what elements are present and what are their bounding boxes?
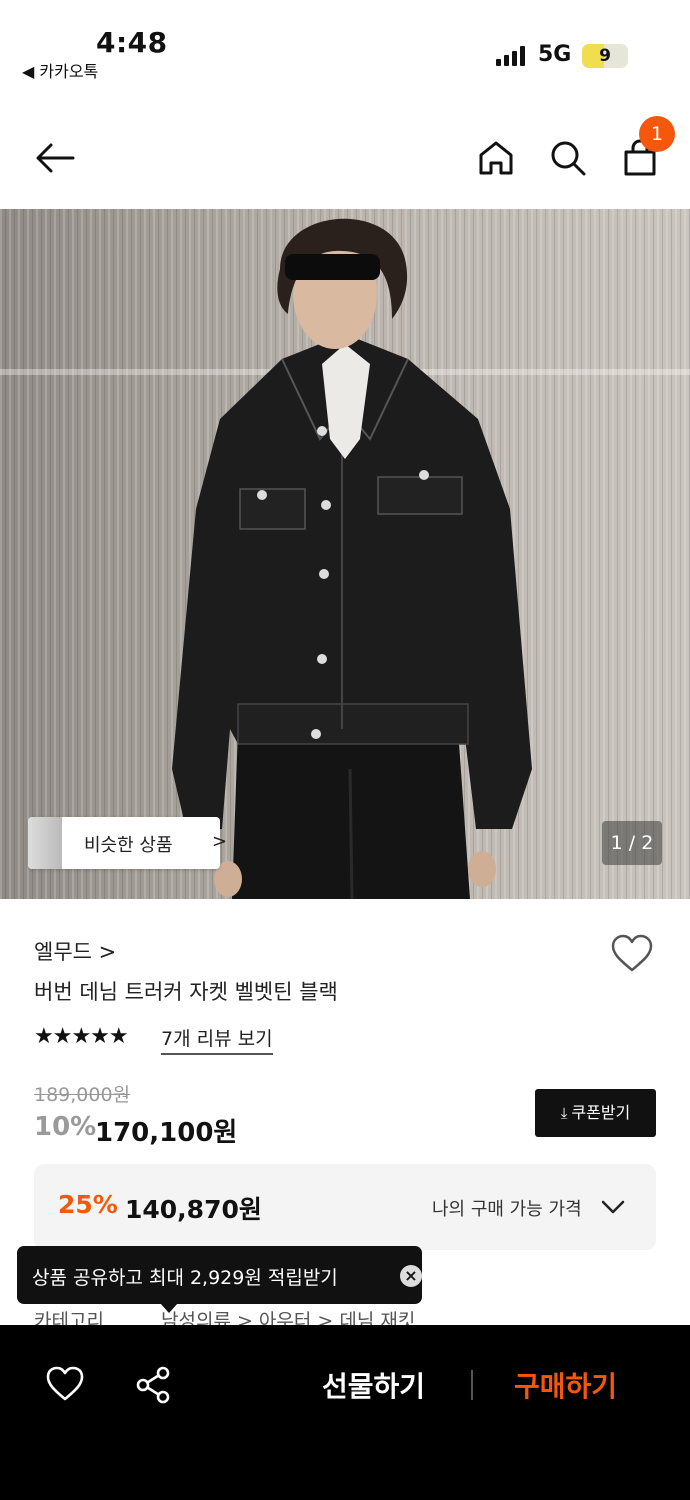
similar-thumbnail (28, 817, 62, 869)
buy-button[interactable]: 구매하기 (514, 1365, 617, 1405)
status-time: 4:48 (96, 26, 168, 59)
similar-products-button[interactable]: 비슷한 상품 > (28, 817, 227, 869)
product-title: 버번 데님 트러커 자켓 벨벳틴 블랙 (34, 980, 338, 1004)
my-discount-rate: 25% (58, 1190, 118, 1219)
my-price: 140,870원 (125, 1195, 262, 1224)
coupon-label: 쿠폰받기 (571, 1103, 631, 1122)
sale-price: 170,100원 (95, 1118, 238, 1148)
close-icon[interactable]: × (400, 1265, 422, 1287)
coupon-download-button[interactable]: ⤓ 쿠폰받기 (535, 1089, 656, 1137)
status-bar: 4:48 ◀ 카카오톡 5G 9 (0, 0, 690, 100)
tooltip-arrow (160, 1303, 178, 1313)
brand-link[interactable]: 엘무드 > (34, 936, 116, 966)
top-nav (0, 108, 690, 208)
back-to-app-link[interactable]: ◀ 카카오톡 (22, 58, 98, 82)
wishlist-heart-icon[interactable] (610, 934, 654, 974)
product-photo (0, 209, 690, 899)
cart-count-badge: 1 (639, 116, 675, 152)
image-page-indicator: 1 / 2 (602, 821, 662, 865)
product-image[interactable]: 비슷한 상품 > 1 / 2 (0, 209, 690, 899)
chevron-right-icon: > (212, 831, 228, 852)
tooltip-text: 상품 공유하고 최대 2,929원 적립받기 (32, 1267, 338, 1289)
signal-icon (496, 46, 528, 66)
download-icon: ⤓ (560, 1104, 568, 1122)
my-price-panel[interactable]: 25% 140,870원 나의 구매 가능 가격 (34, 1164, 656, 1250)
battery-level: 9 (599, 46, 611, 66)
battery-icon: 9 (582, 44, 628, 68)
search-icon[interactable] (546, 136, 590, 180)
heart-icon[interactable] (45, 1365, 85, 1405)
chevron-down-icon[interactable] (600, 1194, 626, 1220)
back-arrow-icon[interactable] (33, 136, 77, 180)
gift-button[interactable]: 선물하기 (322, 1365, 425, 1405)
review-link[interactable]: 7개 리뷰 보기 (161, 1024, 273, 1055)
discount-rate: 10% (34, 1112, 97, 1142)
rating-stars: ★★★★★ (34, 1024, 129, 1049)
share-icon[interactable] (133, 1365, 173, 1405)
bottom-action-bar: 선물하기 구매하기 (0, 1325, 690, 1500)
divider (471, 1370, 473, 1400)
my-price-label: 나의 구매 가능 가격 (432, 1199, 582, 1220)
share-reward-tooltip[interactable]: 상품 공유하고 최대 2,929원 적립받기 × (17, 1246, 422, 1313)
similar-products-label: 비슷한 상품 (84, 835, 173, 856)
original-price: 189,000원 (34, 1084, 131, 1106)
home-icon[interactable] (474, 136, 518, 180)
network-type: 5G (538, 42, 572, 67)
